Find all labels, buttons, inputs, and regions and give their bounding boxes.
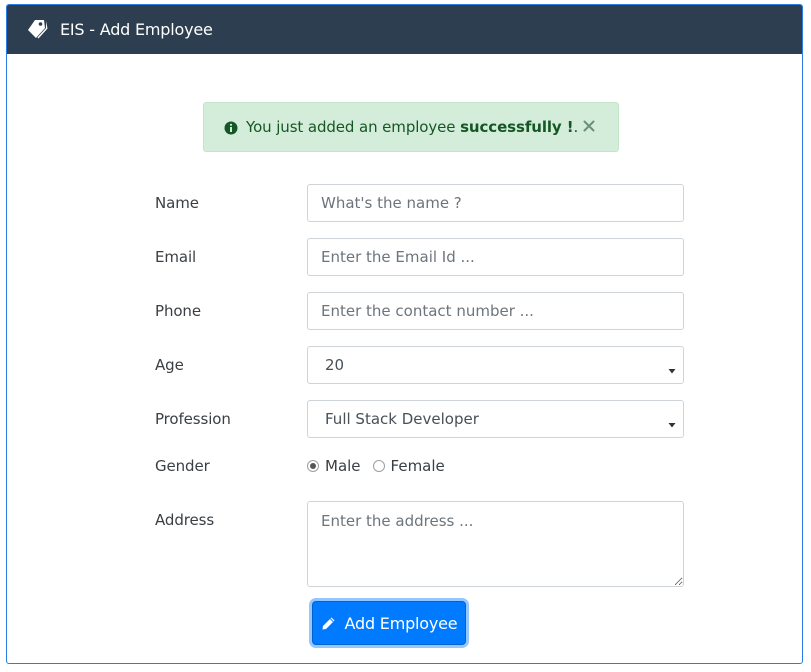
profession-select-value: Full Stack Developer (325, 410, 479, 428)
tags-icon (26, 19, 50, 41)
age-label: Age (155, 356, 184, 374)
pencil-icon (321, 616, 336, 631)
age-select[interactable]: 20 (307, 346, 684, 384)
alert-message: You just added an employee successfully … (246, 118, 578, 136)
alert-text-suffix: . (573, 118, 579, 136)
name-label: Name (155, 194, 199, 212)
gender-label: Gender (155, 457, 210, 475)
profession-select[interactable]: Full Stack Developer (307, 400, 684, 438)
email-label: Email (155, 248, 197, 266)
gender-radio-group: Male Female (307, 457, 457, 475)
gender-female-label[interactable]: Female (391, 457, 445, 475)
info-circle-icon (224, 120, 238, 135)
gender-male-label[interactable]: Male (325, 457, 361, 475)
email-input[interactable] (307, 238, 684, 276)
add-employee-card: EIS - Add Employee You just added an emp… (6, 4, 803, 664)
age-select-value: 20 (325, 356, 345, 374)
close-icon[interactable] (582, 117, 596, 135)
phone-input[interactable] (307, 292, 684, 330)
phone-label: Phone (155, 302, 201, 320)
page-title: EIS - Add Employee (60, 20, 213, 39)
address-textarea[interactable] (307, 501, 684, 587)
gender-female-radio[interactable] (372, 460, 385, 472)
chevron-down-icon (668, 415, 676, 428)
profession-label: Profession (155, 410, 231, 428)
add-employee-button[interactable]: Add Employee (312, 601, 466, 645)
name-input[interactable] (307, 184, 684, 222)
gender-male-radio[interactable] (307, 460, 319, 472)
address-label: Address (155, 511, 215, 529)
alert-text-prefix: You just added an employee (246, 118, 461, 136)
add-employee-label: Add Employee (344, 613, 458, 633)
chevron-down-icon (668, 361, 676, 374)
card-header: EIS - Add Employee (7, 5, 802, 54)
alert-text-bold: successfully ! (460, 118, 574, 136)
success-alert: You just added an employee successfully … (203, 102, 619, 152)
